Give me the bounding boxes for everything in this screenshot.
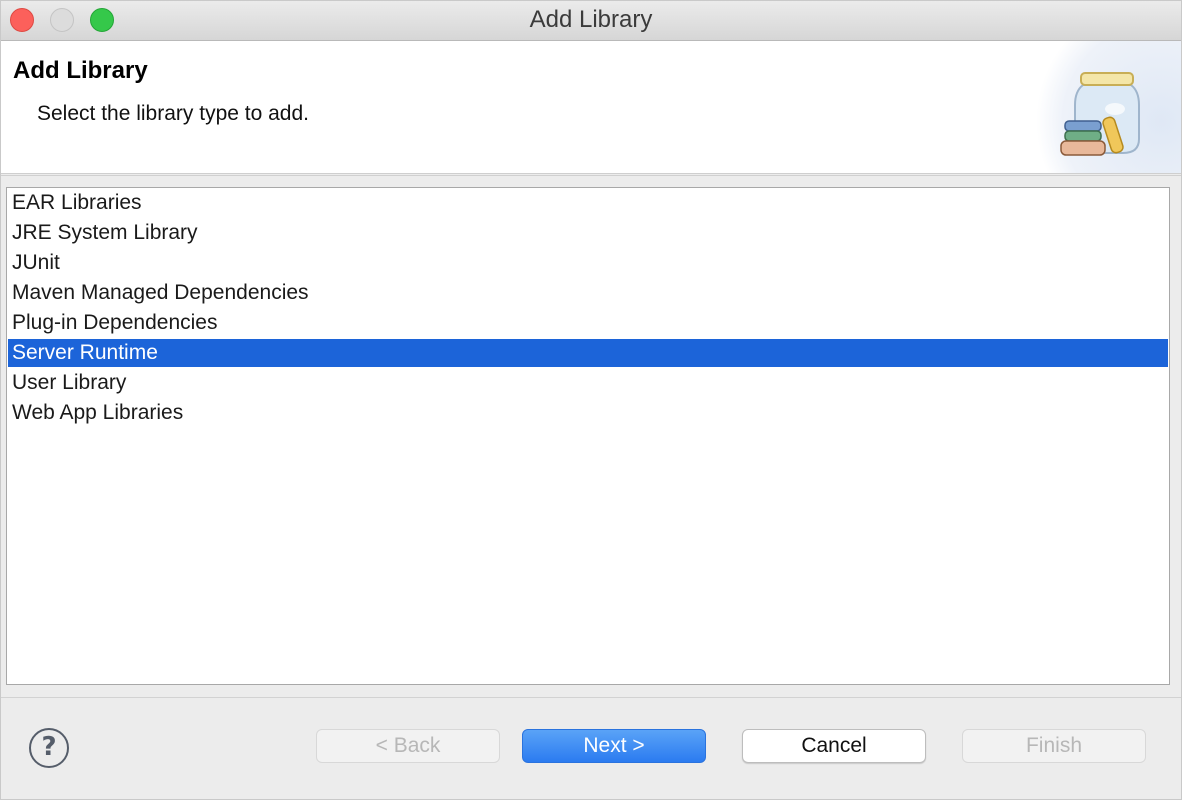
add-library-dialog: Add Library Add Library Select the libra…	[0, 0, 1182, 800]
list-item[interactable]: Plug-in Dependencies	[8, 309, 1168, 337]
back-button[interactable]: < Back	[316, 729, 500, 763]
list-item[interactable]: Maven Managed Dependencies	[8, 279, 1168, 307]
footer-separator	[1, 697, 1181, 698]
list-item[interactable]: User Library	[8, 369, 1168, 397]
list-item[interactable]: JUnit	[8, 249, 1168, 277]
list-item[interactable]: Web App Libraries	[8, 399, 1168, 427]
window-title: Add Library	[529, 6, 653, 33]
library-type-list[interactable]: EAR Libraries JRE System Library JUnit M…	[6, 187, 1170, 685]
banner-separator	[1, 175, 1181, 176]
title-bar[interactable]: Add Library	[1, 1, 1181, 41]
finish-button[interactable]: Finish	[962, 729, 1146, 763]
list-item[interactable]: JRE System Library	[8, 219, 1168, 247]
library-jar-icon	[1060, 72, 1140, 156]
wizard-page-title: Add Library	[13, 57, 148, 84]
wizard-page-description: Select the library type to add.	[37, 102, 309, 125]
list-item[interactable]: EAR Libraries	[8, 189, 1168, 217]
help-icon[interactable]: ?	[29, 728, 69, 768]
next-button[interactable]: Next >	[522, 729, 706, 763]
cancel-button[interactable]: Cancel	[742, 729, 926, 763]
wizard-banner: Add Library Select the library type to a…	[1, 41, 1181, 174]
list-item-selected[interactable]: Server Runtime	[8, 339, 1168, 367]
